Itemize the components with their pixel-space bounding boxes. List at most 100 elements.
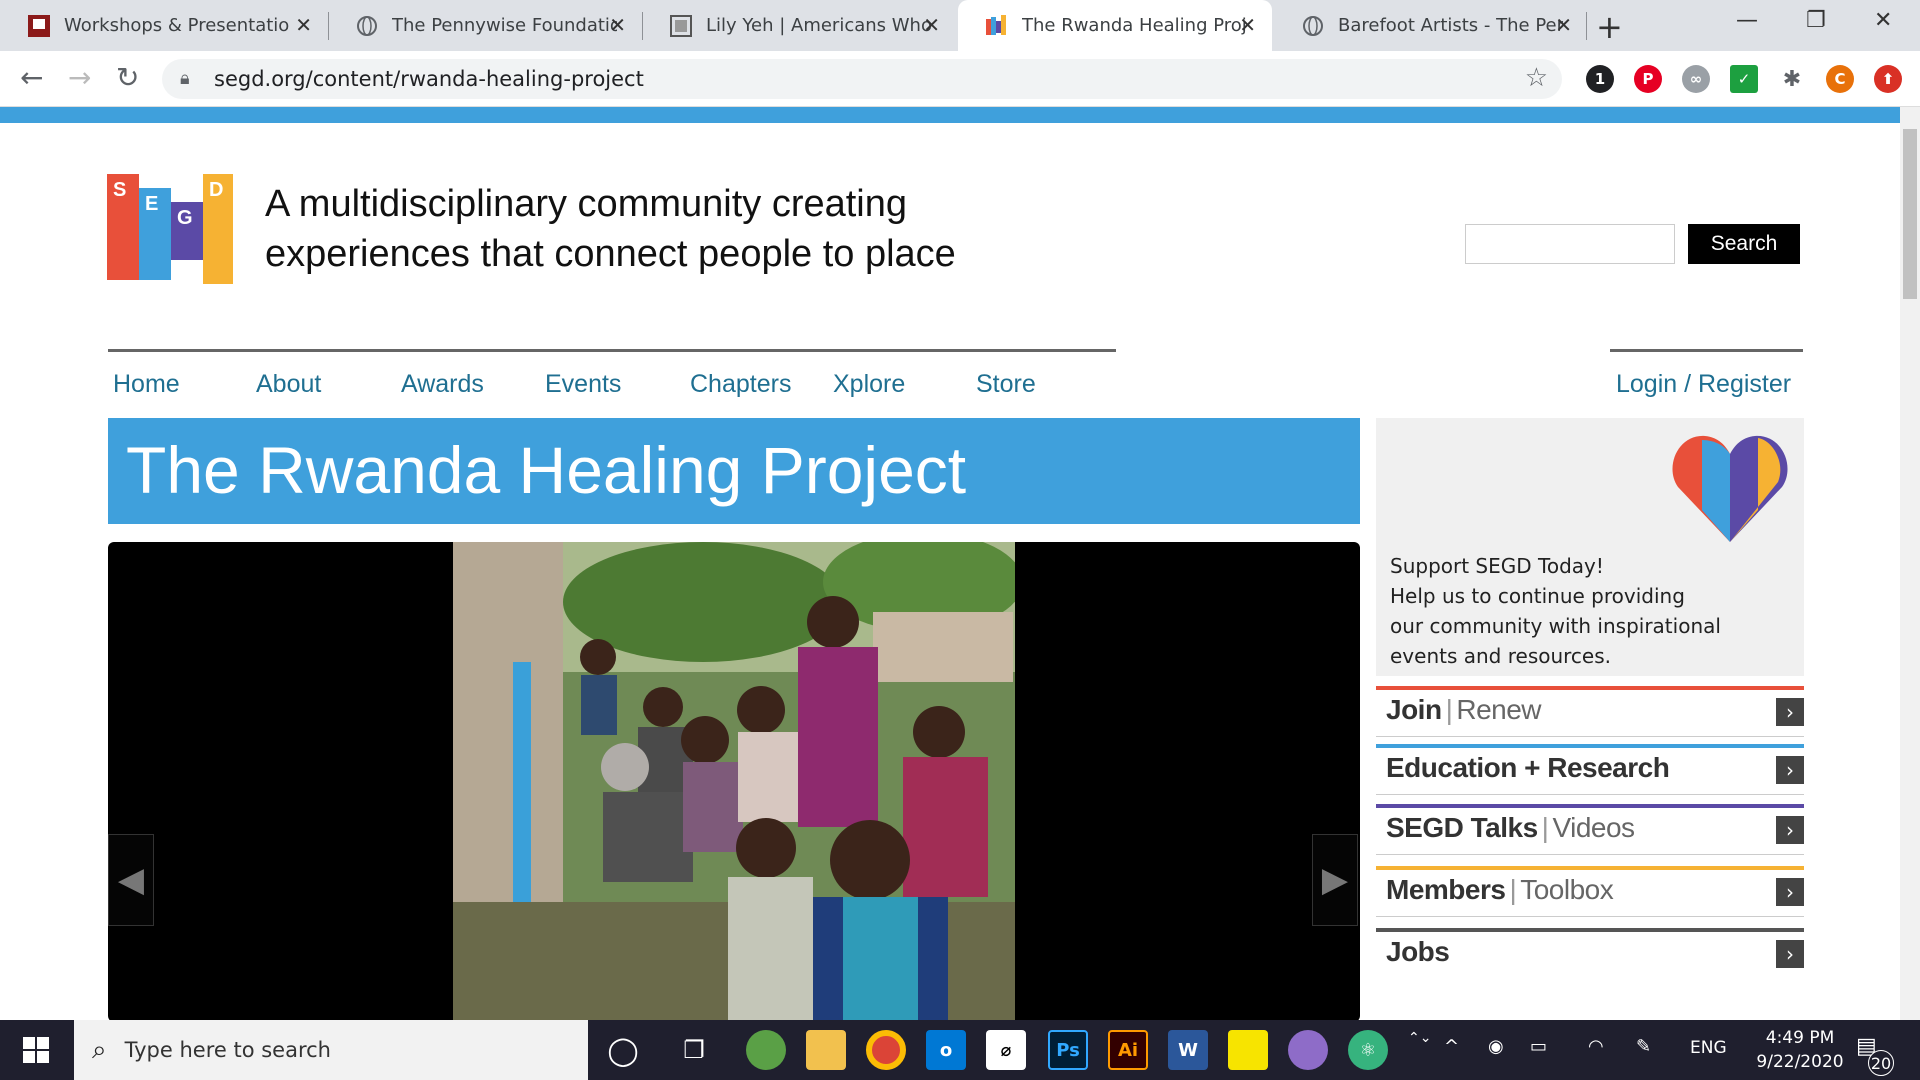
chevron-right-icon[interactable]: › (1776, 816, 1804, 844)
scrollbar-thumb[interactable] (1903, 129, 1917, 299)
slideshow-next-button[interactable]: ▶ (1312, 834, 1358, 926)
nav-events[interactable]: Events (545, 370, 621, 399)
accent-rule (1376, 866, 1804, 870)
battery-icon[interactable]: ▭ (1530, 1036, 1547, 1057)
atom-icon[interactable]: ⚛ (1348, 1030, 1388, 1070)
wifi-icon[interactable]: ◠ (1588, 1036, 1604, 1057)
task-view-icon[interactable]: ❐ (674, 1030, 714, 1070)
slideshow-prev-button[interactable]: ◀ (108, 834, 154, 926)
login-register-link[interactable]: Login / Register (1616, 370, 1791, 399)
language-indicator[interactable]: ENG (1690, 1038, 1727, 1058)
segd-logo[interactable]: S E G D (107, 174, 235, 290)
close-icon[interactable]: ✕ (295, 13, 312, 37)
sidebar-link-members[interactable]: Members | Toolbox › (1376, 866, 1804, 917)
color-app-icon[interactable]: ◉ (1488, 1036, 1504, 1057)
address-bar[interactable]: 🔒︎ segd.org/content/rwanda-healing-proje… (162, 59, 1562, 99)
site-search-button[interactable]: Search (1688, 224, 1800, 264)
close-icon[interactable]: ✕ (1239, 13, 1256, 37)
update-icon[interactable]: ⬆ (1874, 65, 1902, 93)
sidebar-link-segd-talks[interactable]: SEGD Talks | Videos › (1376, 804, 1804, 855)
tab-lily-yeh[interactable]: Lily Yeh | Americans Who Te ✕ (642, 0, 956, 51)
reload-icon[interactable]: ↻ (116, 61, 139, 94)
file-explorer-icon[interactable] (806, 1030, 846, 1070)
extension-icon[interactable]: ∞ (1682, 65, 1710, 93)
sidebar-link-join[interactable]: Join | Renew › (1376, 686, 1804, 737)
checkmark-extension-icon[interactable]: ✓ (1730, 65, 1758, 93)
chevron-right-icon[interactable]: › (1776, 940, 1804, 968)
nav-awards[interactable]: Awards (401, 370, 484, 399)
accent-rule (1376, 928, 1804, 932)
chrome-icon[interactable] (866, 1030, 906, 1070)
svg-text:D: D (209, 179, 223, 201)
nav-home[interactable]: Home (113, 370, 180, 399)
svg-text:S: S (113, 179, 126, 201)
chevron-right-icon[interactable]: › (1776, 756, 1804, 784)
svg-text:E: E (145, 193, 158, 215)
site-search-input[interactable] (1465, 224, 1675, 264)
extension-badge-icon[interactable]: 1 (1586, 65, 1614, 93)
globe-icon (1302, 15, 1324, 37)
tab-barefoot-artists[interactable]: Barefoot Artists - The Penny ✕ (1274, 0, 1588, 51)
page-scrollbar[interactable] (1900, 107, 1920, 1020)
tab-rwanda-healing[interactable]: The Rwanda Healing Projec ✕ (958, 0, 1272, 51)
svg-text:G: G (177, 207, 193, 229)
pinterest-icon[interactable]: P (1634, 65, 1662, 93)
word-icon[interactable]: W (1168, 1030, 1208, 1070)
browser-toolbar: ← → ↻ 🔒︎ segd.org/content/rwanda-healing… (0, 51, 1920, 107)
heart-icon (1672, 435, 1788, 542)
app-icon[interactable] (746, 1030, 786, 1070)
illustrator-icon[interactable]: Ai (1108, 1030, 1148, 1070)
tab-title: The Pennywise Foundation (392, 15, 617, 36)
cortana-icon[interactable]: ◯ (603, 1030, 643, 1070)
page-title: The Rwanda Healing Project (126, 433, 967, 507)
puzzle-icon[interactable]: ✱ (1778, 65, 1806, 93)
taskbar-scroll-icon[interactable]: ⌃⌄ (1408, 1030, 1431, 1046)
back-icon[interactable]: ← (20, 61, 43, 94)
tab-bar: Workshops & Presentations ✕ The Pennywis… (0, 0, 1920, 51)
tab-title: Lily Yeh | Americans Who Te (706, 15, 931, 36)
tab-divider (1586, 12, 1587, 40)
tagline-line-1: A multidisciplinary community creating (265, 183, 908, 225)
sticky-notes-icon[interactable] (1228, 1030, 1268, 1070)
clock[interactable]: 4:49 PM 9/22/2020 (1752, 1026, 1848, 1074)
github-icon[interactable] (1288, 1030, 1328, 1070)
taskbar-search-box[interactable]: ⌕ Type here to search (74, 1020, 588, 1080)
globe-icon (356, 15, 378, 37)
nav-store[interactable]: Store (976, 370, 1036, 399)
app-icon[interactable]: ⌀ (986, 1030, 1026, 1070)
minimize-icon[interactable]: — (1736, 8, 1758, 33)
profile-avatar[interactable]: C (1826, 65, 1854, 93)
chevron-right-icon[interactable]: › (1776, 878, 1804, 906)
sidebar-link-education-research[interactable]: Education + Research › (1376, 744, 1804, 795)
nav-about[interactable]: About (256, 370, 321, 399)
pen-icon[interactable]: ✎ (1636, 1036, 1651, 1057)
restore-icon[interactable]: ❐ (1806, 8, 1826, 33)
new-tab-icon[interactable]: + (1596, 8, 1623, 46)
accent-rule (1376, 686, 1804, 690)
favicon-icon (28, 14, 50, 37)
close-icon[interactable]: ✕ (923, 13, 940, 37)
accent-rule (1376, 744, 1804, 748)
windows-start-icon[interactable] (0, 1020, 72, 1080)
login-divider (1610, 349, 1803, 352)
nav-chapters[interactable]: Chapters (690, 370, 791, 399)
search-icon: ⌕ (92, 1034, 107, 1065)
close-icon[interactable]: ✕ (609, 13, 626, 37)
nav-xplore[interactable]: Xplore (833, 370, 905, 399)
tab-workshops[interactable]: Workshops & Presentations ✕ (0, 0, 328, 51)
tab-title: The Rwanda Healing Projec (1022, 15, 1247, 36)
sidebar-link-jobs[interactable]: Jobs › (1376, 928, 1804, 976)
outlook-icon[interactable]: o (926, 1030, 966, 1070)
chevron-right-icon[interactable]: › (1776, 698, 1804, 726)
slideshow-photo (453, 542, 1015, 1020)
close-icon[interactable]: ✕ (1555, 13, 1572, 37)
tab-pennywise[interactable]: The Pennywise Foundation ✕ (328, 0, 642, 51)
bookmark-star-icon[interactable]: ☆ (1525, 63, 1548, 93)
tagline-line-2: experiences that connect people to place (265, 233, 956, 275)
show-hidden-icons-icon[interactable]: ^ (1444, 1036, 1459, 1057)
close-window-icon[interactable]: ✕ (1874, 8, 1892, 33)
photoshop-icon[interactable]: Ps (1048, 1030, 1088, 1070)
support-segd-panel[interactable]: Support SEGD Today! Help us to continue … (1376, 418, 1804, 676)
forward-icon[interactable]: → (68, 61, 91, 94)
notification-count-badge: 20 (1868, 1050, 1894, 1076)
